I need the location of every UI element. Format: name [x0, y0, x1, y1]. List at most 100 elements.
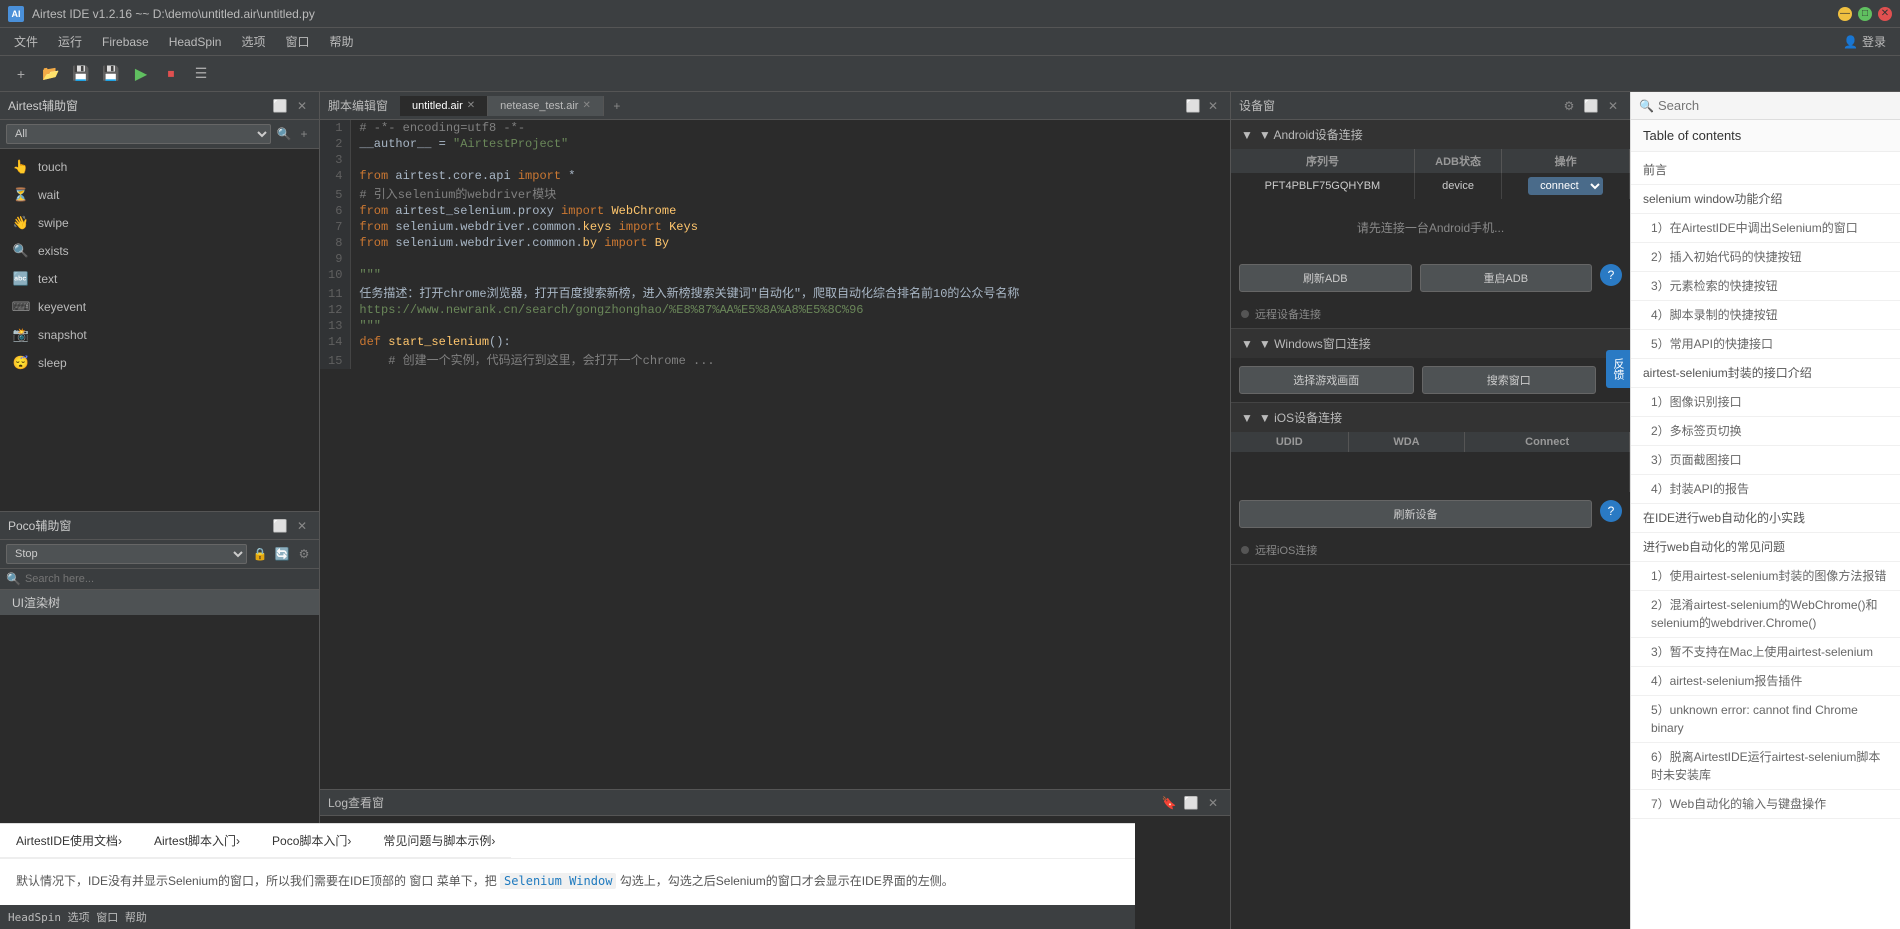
poco-refresh-btn[interactable]: 🔄 — [273, 545, 291, 563]
docs-toc-foreword[interactable]: 前言 — [1631, 156, 1900, 185]
bottom-nav-airtest-docs[interactable]: AirtestIDE使用文档 › — [0, 824, 138, 858]
device-float-btn[interactable]: ⬜ — [1582, 97, 1600, 115]
docs-toc-4[interactable]: 4）脚本录制的快捷按钮 — [1631, 301, 1900, 330]
log-icon-btn[interactable]: 🔖 — [1160, 794, 1178, 812]
android-connect-select[interactable]: connect — [1528, 177, 1603, 195]
airtest-item-swipe[interactable]: 👋 swipe — [0, 209, 319, 237]
docs-toc-6[interactable]: 1）图像识别接口 — [1631, 388, 1900, 417]
bottom-nav-airtest-intro[interactable]: Airtest脚本入门 › — [138, 824, 256, 858]
docs-toc-practice[interactable]: 在IDE进行web自动化的小实践 — [1631, 504, 1900, 533]
menu-firebase[interactable]: Firebase — [92, 31, 159, 53]
bottom-nav-faq[interactable]: 常见问题与脚本示例 › — [367, 824, 511, 858]
poco-panel-float[interactable]: ⬜ — [271, 517, 289, 535]
ios-refresh-btn[interactable]: 刷新设备 — [1239, 500, 1592, 528]
line-num-5: 5 — [320, 184, 351, 203]
editor-float-btn[interactable]: ⬜ — [1184, 97, 1202, 115]
airtest-item-exists[interactable]: 🔍 exists — [0, 237, 319, 265]
windows-search-btn[interactable]: 搜索窗口 — [1422, 366, 1597, 394]
windows-game-btn[interactable]: 选择游戏画面 — [1239, 366, 1414, 394]
login-button[interactable]: 👤 登录 — [1833, 29, 1896, 54]
android-remote-dot — [1241, 310, 1249, 318]
close-button[interactable]: ✕ — [1878, 7, 1892, 21]
airtest-item-keyevent[interactable]: ⌨ keyevent — [0, 293, 319, 321]
menu-options[interactable]: 选项 — [231, 29, 275, 54]
menu-file[interactable]: 文件 — [4, 29, 48, 54]
device-settings-btn[interactable]: ⚙ — [1560, 97, 1578, 115]
menu-help[interactable]: 帮助 — [319, 29, 363, 54]
editor-tab-untitled-close[interactable]: ✕ — [467, 100, 475, 111]
device-close-btn[interactable]: ✕ — [1604, 97, 1622, 115]
poco-panel-close[interactable]: ✕ — [293, 517, 311, 535]
airtest-panel-close[interactable]: ✕ — [293, 97, 311, 115]
airtest-search-icon-btn[interactable]: 🔍 — [275, 125, 293, 143]
poco-lock-btn[interactable]: 🔒 — [251, 545, 269, 563]
menu-window[interactable]: 窗口 — [275, 29, 319, 54]
stop-button[interactable]: ⏹ — [158, 61, 184, 87]
poco-search-icon: 🔍 — [6, 572, 21, 586]
device-header: 设备窗 ⚙ ⬜ ✕ — [1231, 92, 1630, 120]
ios-help-btn[interactable]: ? — [1600, 500, 1622, 522]
poco-search-input[interactable] — [25, 573, 313, 585]
airtest-panel-float[interactable]: ⬜ — [271, 97, 289, 115]
airtest-item-touch[interactable]: 👆 touch — [0, 153, 319, 181]
docs-toc-faq6[interactable]: 6）脱离AirtestIDE运行airtest-selenium脚本时未安装库 — [1631, 743, 1900, 790]
airtest-filter-select[interactable]: All — [6, 124, 271, 144]
editor-close-btn[interactable]: ✕ — [1204, 97, 1222, 115]
android-refresh-adb-btn[interactable]: 刷新ADB — [1239, 264, 1412, 292]
docs-toc-2[interactable]: 2）插入初始代码的快捷按钮 — [1631, 243, 1900, 272]
android-section-header[interactable]: ▼ ▼ Android设备连接 — [1231, 120, 1630, 149]
line-content-9 — [351, 251, 1230, 267]
android-help-btn[interactable]: ? — [1600, 264, 1622, 286]
airtest-add-icon-btn[interactable]: + — [295, 125, 313, 143]
line-num-10: 10 — [320, 267, 351, 283]
open-file-button[interactable]: 📂 — [38, 61, 64, 87]
airtest-item-sleep[interactable]: 😴 sleep — [0, 349, 319, 377]
poco-settings-btn[interactable]: ⚙ — [295, 545, 313, 563]
docs-toc-faq4[interactable]: 4）airtest-selenium报告插件 — [1631, 667, 1900, 696]
new-file-button[interactable]: + — [8, 61, 34, 87]
airtest-docs-label: AirtestIDE使用文档 — [16, 832, 118, 849]
maximize-button[interactable]: □ — [1858, 7, 1872, 21]
airtest-items-list: 👆 touch ⏳ wait 👋 swipe 🔍 exists 🔤 — [0, 149, 319, 511]
docs-toc-faq2[interactable]: 2）混淆airtest-selenium的WebChrome()和seleniu… — [1631, 591, 1900, 638]
feedback-button[interactable]: 反馈 — [1606, 350, 1630, 388]
docs-search-input[interactable] — [1658, 98, 1892, 113]
line-num-12: 12 — [320, 302, 351, 318]
save-button[interactable]: 💾 — [68, 61, 94, 87]
docs-toc-faq7[interactable]: 7）Web自动化的输入与键盘操作 — [1631, 790, 1900, 819]
editor-tab-untitled[interactable]: untitled.air ✕ — [400, 96, 488, 116]
airtest-item-wait[interactable]: ⏳ wait — [0, 181, 319, 209]
minimize-button[interactable]: — — [1838, 7, 1852, 21]
docs-toc-8[interactable]: 3）页面截图接口 — [1631, 446, 1900, 475]
saveas-button[interactable]: 💾 — [98, 61, 124, 87]
docs-toc-faq3[interactable]: 3）暂不支持在Mac上使用airtest-selenium — [1631, 638, 1900, 667]
editor-tab-netease-close[interactable]: ✕ — [582, 100, 590, 111]
docs-toc-intro[interactable]: selenium window功能介绍 — [1631, 185, 1900, 214]
docs-toc-7[interactable]: 2）多标签页切换 — [1631, 417, 1900, 446]
docs-toc-3[interactable]: 3）元素检索的快捷按钮 — [1631, 272, 1900, 301]
poco-tree-item[interactable]: UI渲染树 — [0, 590, 319, 615]
bottom-nav-poco-intro[interactable]: Poco脚本入门 › — [256, 824, 367, 858]
log-float-btn[interactable]: ⬜ — [1182, 794, 1200, 812]
editor-tab-add[interactable]: + — [608, 97, 626, 115]
airtest-item-snapshot[interactable]: 📸 snapshot — [0, 321, 319, 349]
poco-filter-select[interactable]: Stop — [6, 544, 247, 564]
docs-toc-faq1[interactable]: 1）使用airtest-selenium封装的图像方法报错 — [1631, 562, 1900, 591]
android-restart-adb-btn[interactable]: 重启ADB — [1420, 264, 1593, 292]
run-button[interactable]: ▶ — [128, 61, 154, 87]
docs-toc-faq[interactable]: 进行web自动化的常见问题 — [1631, 533, 1900, 562]
menu-headspin[interactable]: HeadSpin — [159, 31, 232, 53]
docs-toc-5[interactable]: 5）常用API的快捷接口 — [1631, 330, 1900, 359]
editor-content[interactable]: 1 # -*- encoding=utf8 -*- 2 __author__ =… — [320, 120, 1230, 789]
docs-toc-api-intro[interactable]: airtest-selenium封装的接口介绍 — [1631, 359, 1900, 388]
docs-toc-9[interactable]: 4）封装API的报告 — [1631, 475, 1900, 504]
menu-run[interactable]: 运行 — [48, 29, 92, 54]
docs-toc-1[interactable]: 1）在AirtestIDE中调出Selenium的窗口 — [1631, 214, 1900, 243]
docs-toc-faq5[interactable]: 5）unknown error: cannot find Chrome bina… — [1631, 696, 1900, 743]
ios-section-header[interactable]: ▼ ▼ iOS设备连接 — [1231, 403, 1630, 432]
airtest-item-text[interactable]: 🔤 text — [0, 265, 319, 293]
device-button[interactable]: ☰ — [188, 61, 214, 87]
log-close-btn[interactable]: ✕ — [1204, 794, 1222, 812]
windows-section-header[interactable]: ▼ ▼ Windows窗口连接 — [1231, 329, 1630, 358]
editor-tab-netease[interactable]: netease_test.air ✕ — [488, 96, 604, 116]
